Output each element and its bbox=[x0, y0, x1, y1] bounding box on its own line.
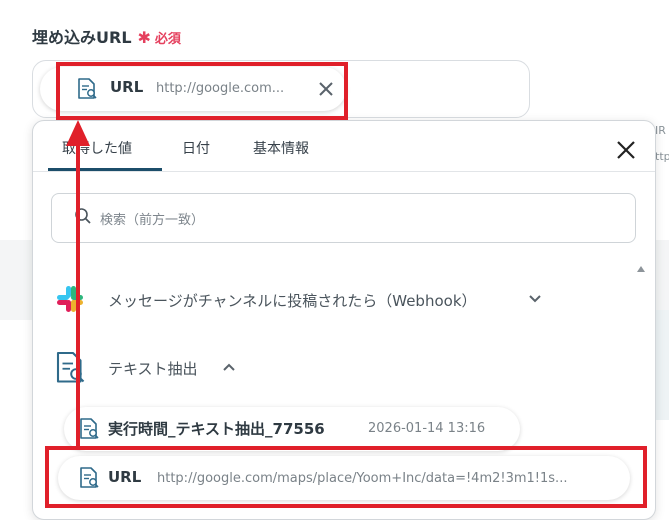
annotation-arrow-icon bbox=[66, 120, 90, 448]
text-extract-icon bbox=[78, 78, 97, 99]
tab-divider bbox=[33, 171, 655, 172]
tab-basic-info[interactable]: 基本情報 bbox=[253, 138, 309, 158]
item-value: http://google.com/maps/place/Yoom+Inc/da… bbox=[157, 471, 568, 486]
item-title: URL bbox=[108, 468, 142, 486]
tab-date[interactable]: 日付 bbox=[182, 138, 210, 158]
side-text: IR bbox=[655, 124, 666, 137]
chevron-down-icon[interactable] bbox=[527, 293, 543, 305]
chevron-up-icon[interactable] bbox=[221, 361, 237, 373]
required-asterisk-icon: ✱ bbox=[137, 28, 151, 47]
chip-value: http://google.com... bbox=[156, 81, 285, 96]
text-extract-icon bbox=[80, 467, 99, 488]
scroll-up-arrow-icon[interactable] bbox=[637, 266, 645, 272]
group-slack-webhook[interactable]: メッセージがチャンネルに投稿されたら（Webhook） bbox=[108, 290, 477, 311]
item-value: 2026-01-14 13:16 bbox=[368, 421, 486, 436]
group-text-extract[interactable]: テキスト抽出 bbox=[108, 358, 198, 379]
remove-chip-icon[interactable] bbox=[316, 79, 336, 99]
search-placeholder: 検索（前方一致） bbox=[100, 213, 205, 228]
field-label: 埋め込みURL ✱ 必須 bbox=[32, 24, 181, 48]
item-title: 実行時間_テキスト抽出_77556 bbox=[108, 420, 325, 438]
close-dropdown-icon[interactable] bbox=[614, 138, 638, 162]
selected-value-chip[interactable]: URL http://google.com... bbox=[40, 67, 346, 111]
required-badge: 必須 bbox=[154, 32, 181, 47]
chip-title: URL bbox=[110, 78, 144, 96]
side-text: ttp bbox=[655, 150, 669, 163]
field-label-text: 埋め込みURL bbox=[32, 28, 132, 47]
